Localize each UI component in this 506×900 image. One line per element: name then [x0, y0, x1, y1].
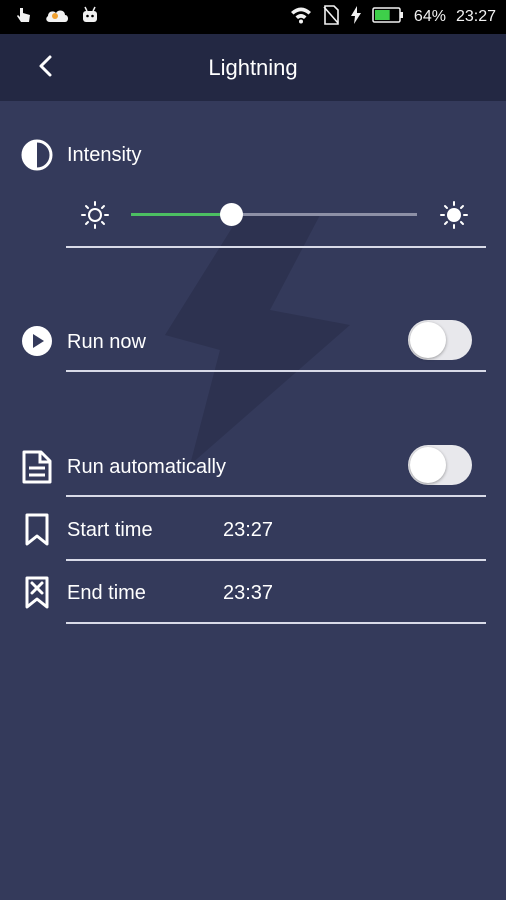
- battery-percent: 64%: [413, 8, 446, 25]
- no-sim-icon: [322, 4, 340, 30]
- bookmark-icon: [20, 513, 54, 547]
- status-left: [14, 5, 100, 30]
- intensity-label: Intensity: [67, 144, 142, 166]
- run-now-label: Run now: [67, 331, 146, 353]
- toggle-knob: [410, 322, 446, 358]
- intensity-slider[interactable]: [131, 203, 417, 226]
- sun-high-icon: [440, 201, 468, 234]
- run-now-toggle[interactable]: [408, 320, 472, 360]
- bookmark-x-icon: [20, 576, 54, 610]
- battery-icon: [372, 6, 404, 28]
- contrast-icon: [20, 138, 54, 172]
- divider: [66, 246, 486, 248]
- intensity-slider-fill: [131, 213, 232, 216]
- page-title: Lightning: [208, 54, 298, 80]
- android-icon: [80, 5, 100, 30]
- back-button[interactable]: [30, 52, 62, 84]
- hand-touch-icon: [14, 5, 34, 30]
- lightning-bolt-icon: [165, 215, 350, 465]
- divider: [66, 495, 486, 497]
- charging-icon: [350, 5, 362, 29]
- sun-low-icon: [81, 201, 109, 234]
- clock: 23:27: [455, 8, 496, 25]
- app-bar: Lightning: [0, 34, 506, 101]
- divider: [66, 559, 486, 561]
- divider: [66, 622, 486, 624]
- divider: [66, 370, 486, 372]
- start-time-value: 23:27: [223, 519, 274, 541]
- wifi-icon: [290, 6, 312, 29]
- end-time-value: 23:37: [223, 582, 274, 604]
- end-time-label: End time: [67, 582, 146, 604]
- start-time-label: Start time: [67, 519, 153, 541]
- toggle-knob: [410, 447, 446, 483]
- status-right: 64% 23:27: [290, 4, 496, 30]
- chevron-left-icon: [36, 54, 56, 83]
- play-circle-icon: [20, 324, 54, 358]
- run-automatically-toggle[interactable]: [408, 445, 472, 485]
- intensity-slider-thumb[interactable]: [220, 203, 244, 226]
- run-automatically-label: Run automatically: [67, 456, 226, 478]
- cloud-icon: [44, 6, 70, 29]
- status-bar: 64% 23:27: [0, 0, 506, 34]
- document-icon: [20, 450, 54, 484]
